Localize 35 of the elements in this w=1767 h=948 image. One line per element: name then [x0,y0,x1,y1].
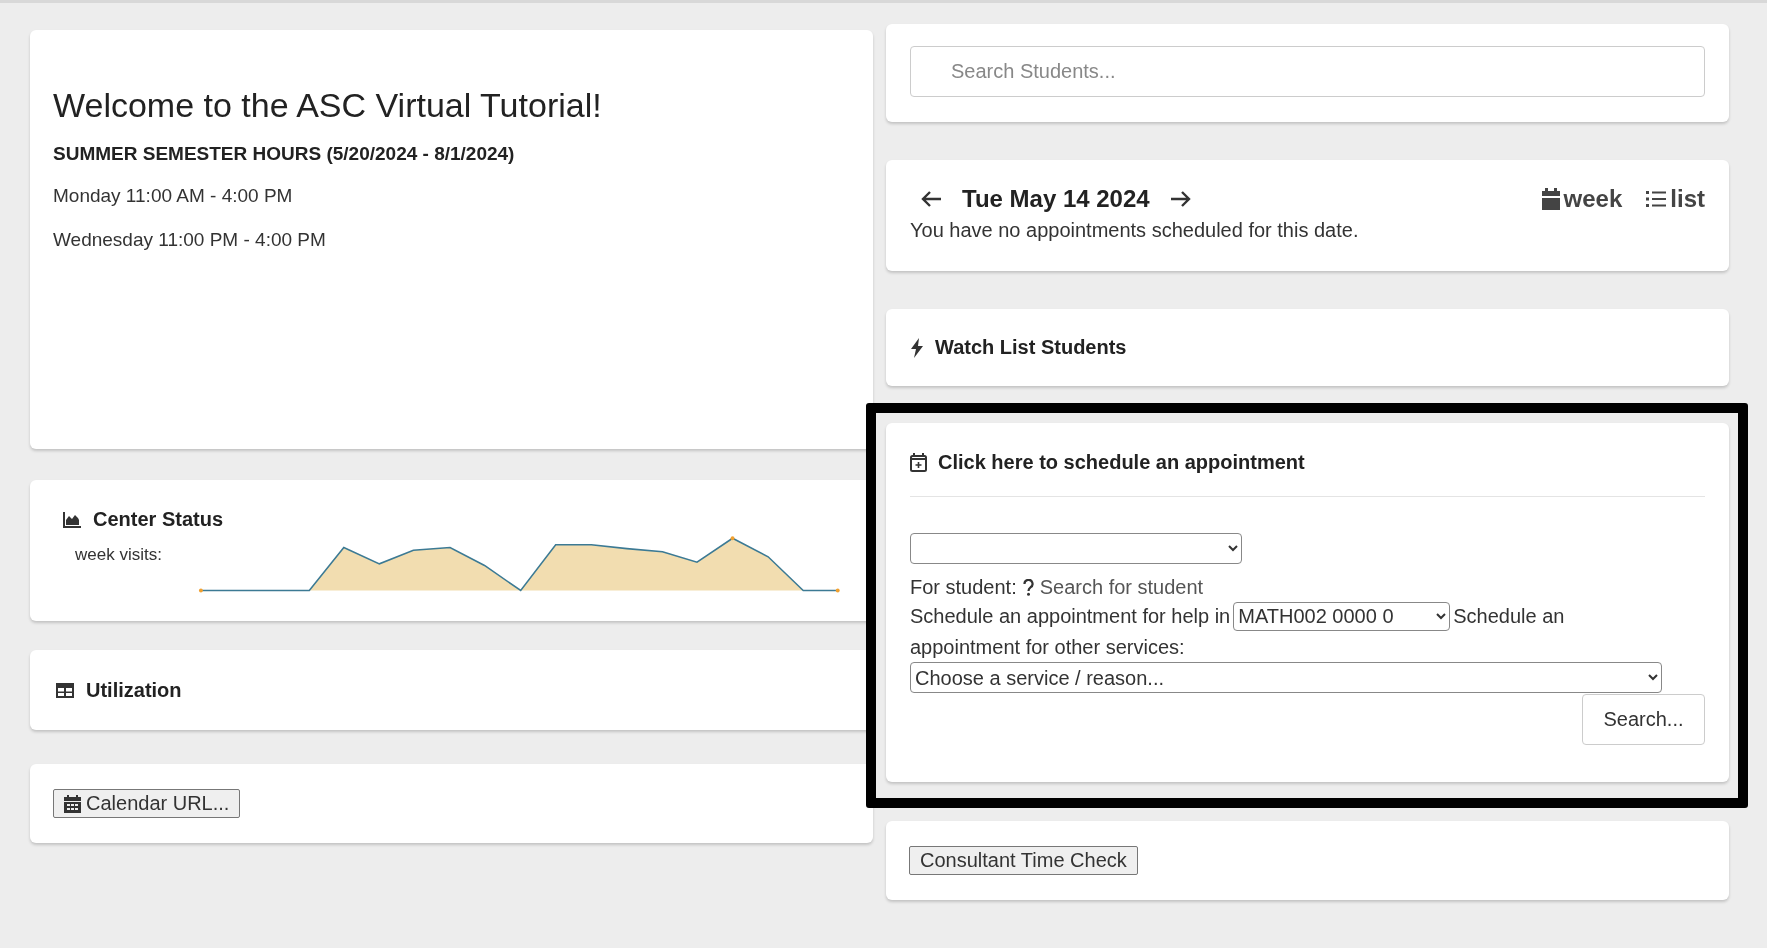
blank-dropdown[interactable] [910,533,1242,564]
utilization-title: Utilization [86,678,182,702]
hours-line: Monday 11:00 AM - 4:00 PM [53,185,294,207]
search-student-link[interactable]: Search for student [1039,576,1204,599]
calendar-url-button[interactable]: Calendar URL... [53,789,241,818]
schedule-title[interactable]: Click here to schedule an appointment [938,451,1305,474]
question-icon [1022,579,1034,596]
service-dropdown[interactable]: Choose a service / reason... [910,662,1662,693]
area-chart-icon [62,510,82,529]
welcome-title: Welcome to the ASC Virtual Tutorial! [53,86,603,125]
right-arrow-icon[interactable] [1169,190,1192,208]
for-student-label: For student: [910,576,1017,599]
calendar-icon [1541,188,1560,210]
lightning-icon [910,337,924,358]
other-services-label: Schedule an [1453,604,1565,629]
current-date: Tue May 14 2024 [962,185,1150,213]
list-icon [1646,190,1667,208]
consultant-time-check-button[interactable]: Consultant Time Check [909,846,1138,875]
hours-heading: SUMMER SEMESTER HOURS (5/20/2024 - 8/1/2024) [53,143,516,165]
no-appointments-message: You have no appointments scheduled for this date. [910,219,1360,242]
other-services-label: appointment for other services: [910,635,1186,660]
view-link[interactable]: week [1541,185,1623,213]
week-visits-label: week visits: [75,545,163,565]
help-label: Schedule an appointment for help in [910,604,1231,629]
calendar-icon [64,794,81,813]
left-arrow-icon[interactable] [920,190,942,208]
search-button[interactable]: Search... [1582,694,1705,745]
calendar-plus-icon [910,453,927,472]
course-dropdown[interactable]: MATH002 0000 0 [1233,601,1451,631]
view-link[interactable]: list [1646,185,1705,213]
watch-list-title: Watch List Students [935,336,1127,359]
table-icon [55,681,75,699]
hours-line: Wednesday 11:00 PM - 4:00 PM [53,229,327,251]
search-field[interactable]: Search Students... [910,46,1705,97]
center-status-title: Center Status [93,508,224,531]
